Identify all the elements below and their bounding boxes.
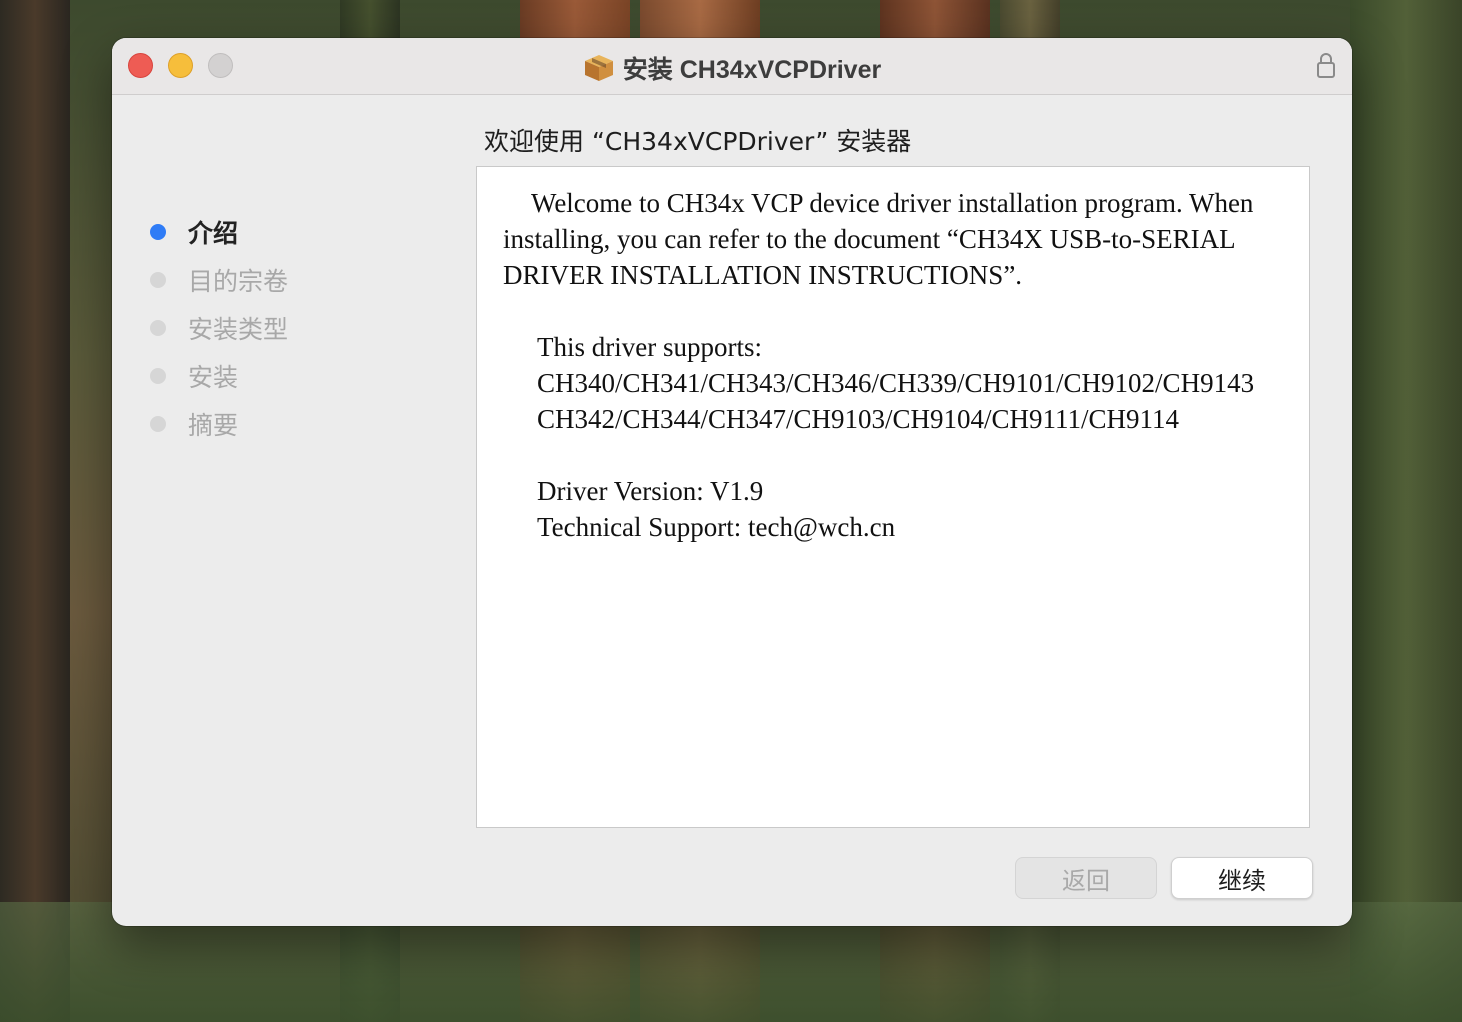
step-label: 介绍: [188, 219, 239, 248]
supported-chips-line-2: CH342/CH344/CH347/CH9103/CH9104/CH9111/C…: [537, 404, 1180, 434]
window-title: 安装 CH34xVCPDriver: [622, 56, 882, 84]
tree-trunk: [1350, 0, 1462, 1022]
package-icon: [584, 55, 613, 81]
intro-paragraph: Welcome to CH34x VCP device driver insta…: [503, 188, 1254, 290]
step-label: 安装: [188, 363, 239, 392]
step-label: 安装类型: [188, 315, 289, 344]
step-installation-type: 安装类型: [150, 304, 288, 352]
step-summary: 摘要: [150, 400, 288, 448]
step-install: 安装: [150, 352, 288, 400]
supported-chips-line-1: CH340/CH341/CH343/CH346/CH339/CH9101/CH9…: [537, 368, 1255, 398]
step-indicator-dot: [150, 224, 166, 240]
step-label: 目的宗卷: [188, 267, 289, 296]
step-indicator-dot: [150, 320, 166, 336]
continue-button[interactable]: 继续: [1171, 857, 1313, 899]
lock-icon[interactable]: [1316, 51, 1336, 79]
installer-window: 安装 CH34xVCPDriver 介绍 目的宗卷 安装类型 安装 摘要 欢迎使…: [112, 38, 1352, 926]
title-bar[interactable]: 安装 CH34xVCPDriver: [112, 38, 1352, 95]
driver-version: Driver Version: V1.9: [537, 476, 764, 506]
back-button[interactable]: 返回: [1015, 857, 1157, 899]
window-title-group: 安装 CH34xVCPDriver: [112, 50, 1352, 86]
welcome-text: Welcome to CH34x VCP device driver insta…: [477, 167, 1309, 545]
step-indicator-dot: [150, 272, 166, 288]
page-heading: 欢迎使用 “CH34xVCPDriver” 安装器: [484, 127, 912, 156]
step-indicator-dot: [150, 416, 166, 432]
step-introduction: 介绍: [150, 208, 288, 256]
technical-support: Technical Support: tech@wch.cn: [537, 512, 896, 542]
steps-sidebar: 介绍 目的宗卷 安装类型 安装 摘要: [150, 208, 288, 448]
step-destination: 目的宗卷: [150, 256, 288, 304]
tree-trunk: [0, 0, 70, 1022]
supports-label: This driver supports:: [537, 332, 762, 362]
step-label: 摘要: [188, 411, 239, 440]
step-indicator-dot: [150, 368, 166, 384]
content-panel[interactable]: Welcome to CH34x VCP device driver insta…: [476, 166, 1310, 828]
